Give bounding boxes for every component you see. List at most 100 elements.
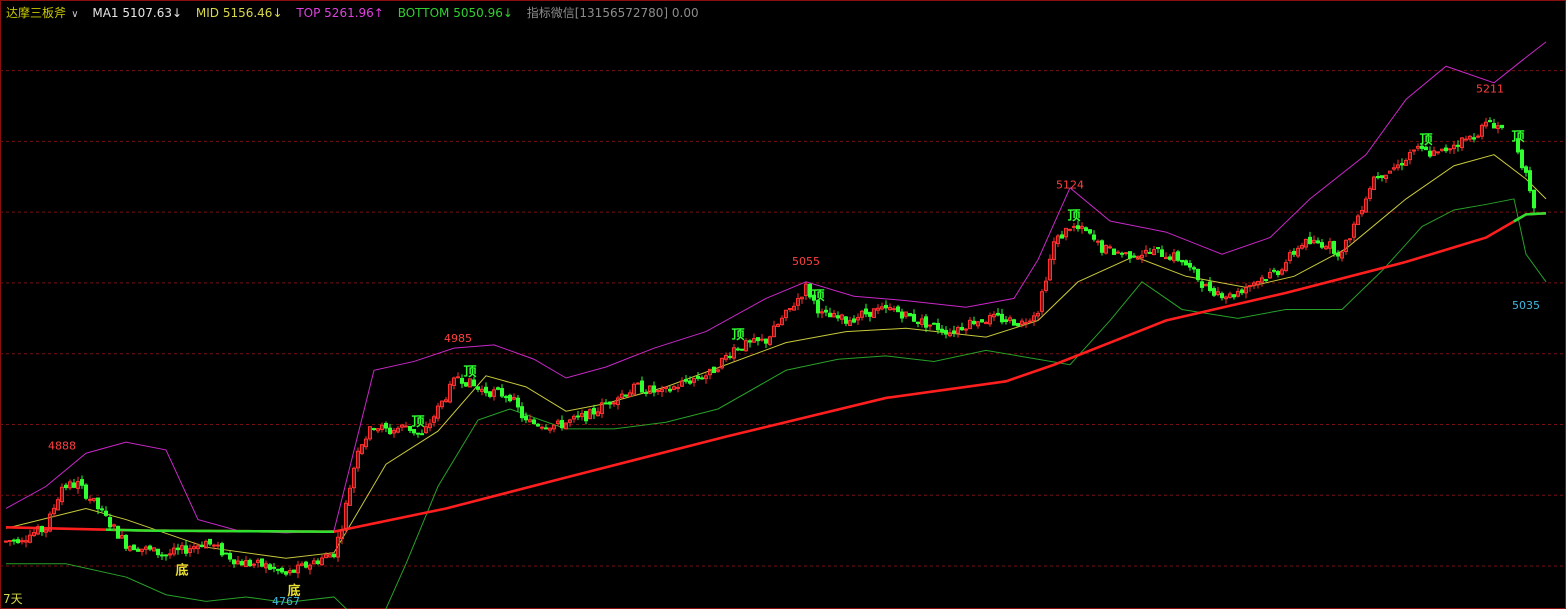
candle-body [388,427,392,435]
top-signal-mark: 顶 [811,289,824,304]
candle-body [1116,251,1120,254]
candle-body [1060,234,1064,239]
high-price-label: 4888 [48,439,76,452]
candle-body [8,539,12,542]
candle-body [1524,166,1528,173]
candle-body [484,386,488,394]
indicator-name[interactable]: 达摩三板斧 ∨ [6,6,84,20]
candle-body [224,552,228,555]
candle-body [384,422,388,429]
candle-body [828,312,832,318]
candle-body [496,387,500,390]
candle-body [472,379,476,387]
ma1-readout: MA1 5107.63↓ [92,6,183,20]
candle-body [1176,251,1180,261]
candle-body [668,388,672,392]
candle-body [636,382,640,385]
candle-body [584,410,588,422]
candle-body [728,355,732,358]
candle-body [1000,313,1004,323]
candle-body [1188,262,1192,268]
candle-body [1348,238,1352,241]
top-signal-mark: 顶 [411,415,424,430]
indicator-note: 指标微信[13156572780] 0.00 [526,6,699,20]
candle-body [88,498,92,501]
top-signal-mark: 顶 [731,328,744,343]
candle-body [1320,242,1324,248]
candle-body [1376,175,1380,179]
candle-body [280,567,284,573]
candle-body [952,330,956,334]
candle-body [960,327,964,331]
candle-body [1428,150,1432,157]
candle-body [656,389,660,392]
candle-body [1196,268,1200,281]
candle-body [1488,120,1492,123]
candle-body [1120,252,1124,255]
candle-body [676,386,680,389]
ma1-line [5,211,1547,534]
candle-body [80,479,84,486]
candle-body [160,554,164,557]
candle-body [764,338,768,344]
mid-line [5,154,1547,559]
candle-body [908,313,912,317]
candle-body [1012,319,1016,326]
candle-body [1100,240,1104,253]
candle-body [1180,259,1184,263]
candle-body [1264,279,1268,282]
candle-body [316,560,320,565]
candle-body [72,482,76,488]
candle-body [1168,256,1172,260]
candle-body [1128,251,1132,259]
candle-body [604,402,608,405]
candle-body [504,396,508,399]
chevron-down-icon[interactable]: ∨ [68,9,78,20]
candlestick-chart[interactable]: 4888476749855055512452115035 底底顶顶顶顶顶顶顶 [0,0,1566,609]
candle-body [1436,151,1440,154]
candle-body [540,426,544,429]
candle-body [164,554,168,557]
candle-body [184,545,188,554]
candle-body [1232,294,1236,298]
candle-body [1096,240,1100,243]
high-price-label: 5211 [1476,82,1504,95]
candle-body [1272,269,1276,272]
candle-body [1380,175,1384,178]
bottom-signal-mark: 底 [175,563,188,579]
candle-body [608,401,612,405]
top-signal-mark: 顶 [1511,130,1524,145]
candle-body [1072,225,1076,228]
candle-body [688,380,692,384]
candle-body [652,385,656,393]
candle-body [136,548,140,552]
candle-body [1448,148,1452,151]
candle-body [892,308,896,311]
candle-body [216,544,220,547]
candle-body [1160,249,1164,258]
bottom-band-line [6,198,1547,609]
top-band-line [5,41,1547,534]
candle-body [508,394,512,402]
candle-body [1220,293,1224,299]
candle-body [932,322,936,325]
candle-body [252,563,256,566]
candle-body [1068,228,1072,231]
candle-body [64,484,68,489]
candle-body [1444,147,1448,152]
candle-body [1028,320,1032,323]
candle-body [12,539,16,542]
candle-body [612,402,616,405]
candle-body [1412,149,1416,152]
candle-body [268,564,272,570]
candle-body [124,534,128,549]
candle-body [1276,271,1280,276]
candle-body [104,510,108,516]
candle-body [760,338,764,341]
top-signal-mark: 顶 [1419,133,1432,148]
candle-body [372,428,376,431]
candle-body [844,316,848,324]
candle-body [1472,137,1476,140]
candle-body [156,548,160,556]
candle-body [836,315,840,319]
